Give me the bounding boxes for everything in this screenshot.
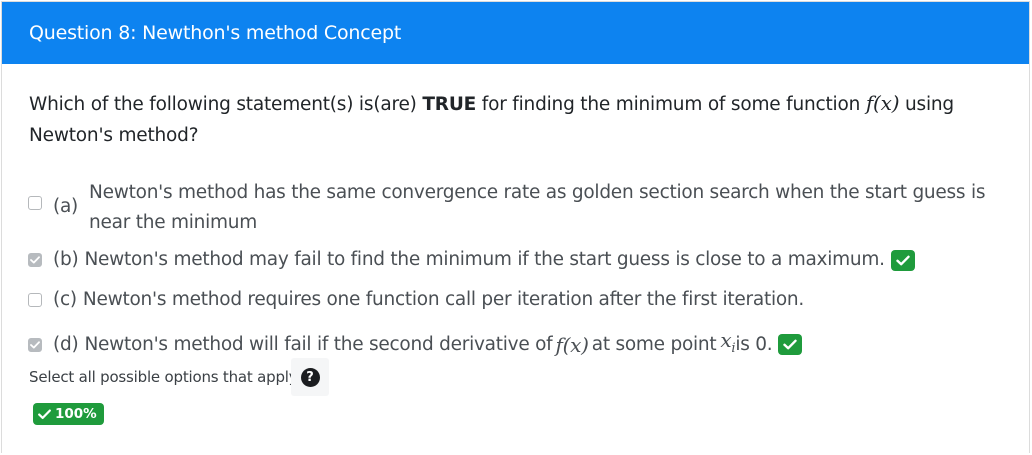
emphasis-true: TRUE — [422, 94, 477, 115]
checkbox-a[interactable] — [28, 196, 42, 210]
option-a[interactable]: (a) Newton's method has the same converg… — [28, 178, 1009, 238]
option-d-letter: (d) — [53, 333, 79, 355]
math-f-of-x: f(x) — [555, 332, 589, 357]
checkbox-d[interactable] — [28, 337, 42, 352]
option-d-text-middle: at some point — [591, 333, 717, 355]
score-badge: 100% — [33, 403, 104, 425]
option-d-text-after: is 0. — [735, 333, 773, 355]
score-label: 100% — [55, 406, 97, 422]
option-d[interactable]: (d) Newton's method will fail if the sec… — [28, 325, 803, 364]
option-b-letter: (b) — [53, 249, 79, 270]
math-f-of-x: f(x) — [865, 91, 900, 115]
checkmark-icon — [30, 340, 40, 348]
check-icon — [38, 409, 51, 419]
math-x-i: xi — [720, 328, 736, 356]
option-a-text: Newton's method has the same convergence… — [89, 182, 986, 233]
option-b[interactable]: (b) Newton's method may fail to find the… — [28, 245, 915, 275]
option-b-text: Newton's method may fail to find the min… — [84, 249, 885, 270]
checkmark-icon — [30, 256, 40, 264]
question-card: Question 8: Newthon's method Concept Whi… — [1, 1, 1030, 453]
checkbox-b[interactable] — [28, 253, 42, 267]
correct-mark-d — [778, 334, 803, 355]
hint-text: Select all possible options that apply. — [29, 368, 300, 386]
question-circle-icon: ? — [300, 367, 320, 387]
check-icon — [896, 255, 910, 265]
question-header: Question 8: Newthon's method Concept — [2, 2, 1029, 64]
option-c[interactable]: (c) Newton's method requires one functio… — [28, 285, 804, 315]
option-c-letter: (c) — [53, 289, 77, 310]
question-title: Question 8: Newthon's method Concept — [29, 22, 402, 44]
checkbox-c[interactable] — [28, 293, 42, 307]
question-prompt: Which of the following statement(s) is(a… — [29, 91, 954, 146]
correct-mark-b — [890, 249, 915, 271]
check-icon — [783, 339, 798, 350]
option-c-text: Newton's method requires one function ca… — [82, 289, 805, 310]
option-d-text-before: Newton's method will fail if the second … — [84, 333, 553, 355]
option-a-letter: (a) — [53, 196, 79, 217]
help-button[interactable]: ? — [291, 358, 329, 396]
